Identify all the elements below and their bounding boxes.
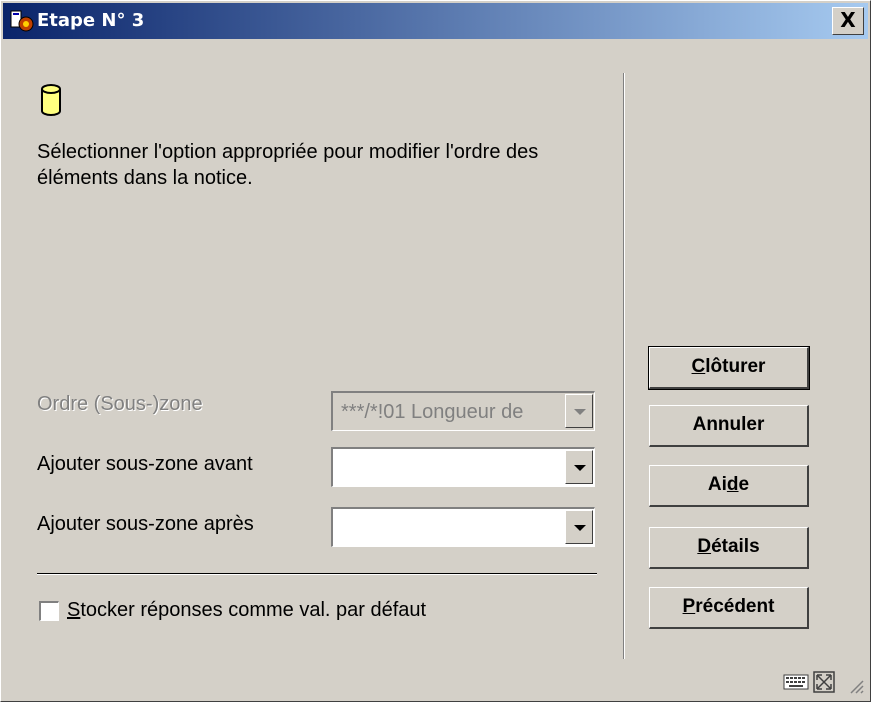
resize-icon[interactable] — [813, 671, 835, 693]
size-grip-icon[interactable] — [847, 677, 865, 695]
after-label: Ajouter sous-zone après — [37, 513, 254, 535]
title-bar[interactable]: Etape N° 3 X — [3, 3, 868, 39]
before-select[interactable] — [331, 447, 595, 487]
before-label: Ajouter sous-zone avant — [37, 453, 253, 475]
keyboard-icon[interactable] — [783, 671, 809, 691]
help-button[interactable]: Aide — [649, 465, 809, 507]
instruction-text: Sélectionner l'option appropriée pour mo… — [37, 141, 539, 189]
store-defaults-checkbox[interactable] — [39, 601, 59, 621]
app-icon — [10, 10, 34, 32]
chevron-down-icon — [574, 465, 586, 471]
details-button[interactable]: Détails — [649, 527, 809, 569]
order-select-value: ***/*!01 Longueur de — [341, 401, 524, 423]
previous-button[interactable]: Précédent — [649, 587, 809, 629]
dialog-window: Etape N° 3 X Sélectionner l'option appro… — [0, 0, 871, 702]
chevron-down-icon — [574, 525, 586, 531]
vertical-divider — [623, 73, 625, 659]
close-dialog-button[interactable]: Clôturer — [648, 346, 810, 390]
order-select: ***/*!01 Longueur de — [331, 391, 595, 431]
window-title: Etape N° 3 — [37, 10, 145, 31]
cancel-button[interactable]: Annuler — [649, 405, 809, 447]
chevron-down-icon — [574, 409, 586, 415]
order-dropdown-arrow — [565, 394, 593, 428]
before-dropdown-arrow[interactable] — [565, 450, 593, 484]
order-label: Ordre (Sous-)zone — [37, 393, 203, 415]
database-icon — [41, 84, 61, 116]
form-divider — [37, 573, 597, 575]
after-dropdown-arrow[interactable] — [565, 510, 593, 544]
close-button[interactable]: X — [832, 7, 864, 35]
after-select[interactable] — [331, 507, 595, 547]
store-defaults-label[interactable]: Stocker réponses comme val. par défaut — [67, 599, 426, 622]
